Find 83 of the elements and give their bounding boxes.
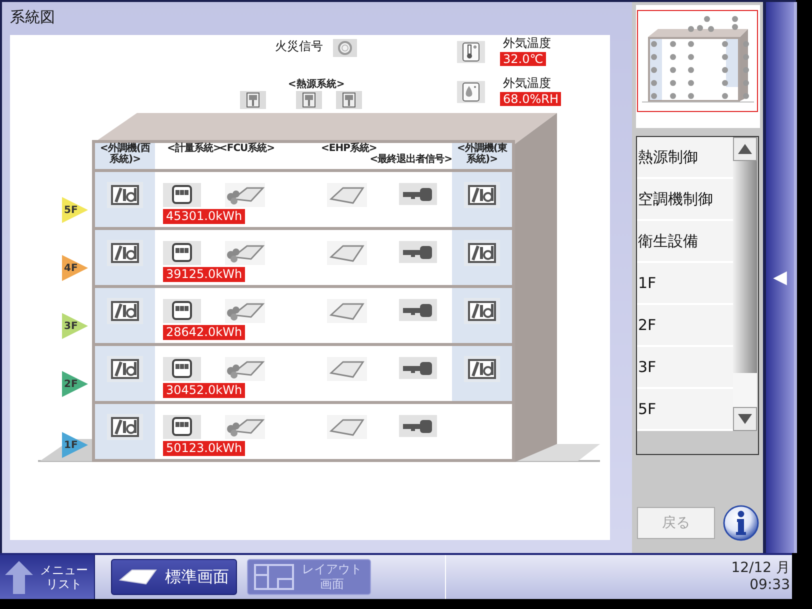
key-icon — [399, 183, 437, 205]
key-icon — [399, 415, 437, 437]
key-icon — [399, 241, 437, 263]
floor-marker: 5F — [62, 197, 88, 223]
unit-icon — [107, 356, 143, 382]
sensor-label: 外気温度 — [503, 36, 551, 50]
fan-icon — [225, 241, 265, 265]
floor-marker: 4F — [62, 255, 88, 281]
floor-marker: 2F — [62, 371, 88, 397]
energy-value: 39125.0kWh — [163, 267, 246, 282]
menu-item[interactable]: 空調機制御 — [637, 179, 733, 221]
panel-icon — [327, 241, 367, 265]
unit-icon — [464, 240, 500, 266]
scroll-up-button[interactable] — [733, 137, 757, 161]
machine-icon — [240, 91, 266, 109]
info-icon[interactable] — [723, 505, 759, 541]
energy-value: 28642.0kWh — [163, 325, 246, 340]
menu-item[interactable]: 熱源制御 — [637, 137, 733, 179]
unit-icon — [107, 240, 143, 266]
unit-icon — [464, 298, 500, 324]
scrollbar-thumb[interactable] — [733, 161, 757, 373]
machine-icon — [296, 91, 322, 109]
meter-icon — [163, 241, 201, 265]
menu-item[interactable]: 1F — [637, 263, 733, 305]
button-label: 標準画面 — [165, 566, 229, 588]
meter-icon — [163, 357, 201, 381]
layout-icon — [254, 564, 294, 590]
meter-icon — [163, 415, 201, 439]
panel-icon — [327, 183, 367, 207]
menu-item[interactable]: 5F — [637, 389, 733, 431]
menu-button[interactable]: メニュー リスト — [0, 555, 95, 599]
button-label: リスト — [46, 577, 82, 591]
up-triangle-icon — [737, 143, 753, 155]
panel-icon — [327, 357, 367, 381]
lamp-icon — [333, 39, 357, 57]
energy-value: 45301.0kWh — [163, 209, 246, 224]
drop-icon — [457, 81, 485, 103]
thermometer-icon — [457, 41, 485, 63]
sensor-value: 68.0%RH — [500, 92, 562, 106]
unit-icon — [107, 414, 143, 440]
meter-icon — [163, 183, 201, 207]
panel-icon — [327, 415, 367, 439]
column-header: <外調機(東系統)> — [456, 143, 508, 165]
sensor-value: 32.0℃ — [500, 52, 546, 66]
fan-icon — [225, 415, 265, 439]
unit-icon — [464, 356, 500, 382]
column-header: <計量系統> — [167, 143, 221, 154]
fan-icon — [225, 183, 265, 207]
down-triangle-icon — [737, 413, 753, 425]
menu-item[interactable]: 衛生設備 — [637, 221, 733, 263]
window-title: 系統図 — [10, 7, 55, 28]
fire-signal-label: 火災信号 — [275, 39, 323, 53]
key-icon — [399, 357, 437, 379]
machine-icon — [336, 91, 362, 109]
unit-icon — [464, 182, 500, 208]
collapse-handle[interactable]: ◀ — [766, 2, 794, 553]
button-label: 画面 — [320, 577, 344, 592]
energy-value: 30452.0kWh — [163, 383, 246, 398]
column-header: <FCU系統> — [219, 143, 275, 154]
menu-item[interactable]: 2F — [637, 305, 733, 347]
menu-item[interactable]: 3F — [637, 347, 733, 389]
column-header: <外調機(西系統)> — [99, 143, 152, 165]
date-text: 12/12 月 — [731, 560, 790, 577]
key-icon — [399, 299, 437, 321]
heat-source-label: <熱源系統> — [288, 79, 345, 91]
floor-marker: 3F — [62, 313, 88, 339]
fan-icon — [225, 357, 265, 381]
button-label: レイアウト — [302, 562, 362, 577]
unit-icon — [107, 182, 143, 208]
column-header: <最終退出者信号> — [370, 154, 452, 165]
column-header: <EHP系統> — [321, 143, 377, 154]
standard-view-button[interactable]: 標準画面 — [111, 559, 237, 595]
button-label: メニュー — [40, 563, 88, 577]
panel-icon — [118, 567, 158, 587]
unit-icon — [107, 298, 143, 324]
scroll-down-button[interactable] — [733, 407, 757, 431]
fan-icon — [225, 299, 265, 323]
energy-value: 50123.0kWh — [163, 441, 246, 456]
sensor-label: 外気温度 — [503, 76, 551, 90]
meter-icon — [163, 299, 201, 323]
time-text: 09:33 — [750, 577, 790, 594]
up-arrow-icon — [4, 559, 34, 595]
panel-icon — [327, 299, 367, 323]
